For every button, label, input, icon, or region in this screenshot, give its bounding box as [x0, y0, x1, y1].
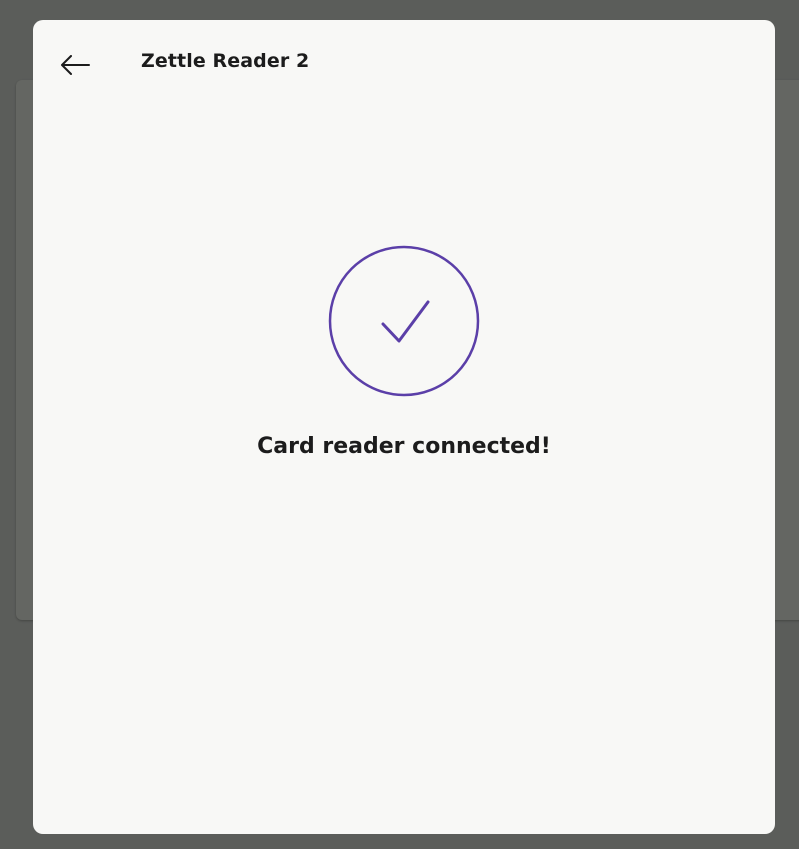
connection-status-message: Card reader connected!	[257, 434, 551, 459]
success-status-icon	[328, 245, 480, 397]
arrow-left-icon	[61, 55, 90, 75]
card-reader-dialog: Zettle Reader 2 Card reader connected!	[33, 20, 775, 834]
back-button[interactable]	[55, 45, 95, 85]
checkmark-icon	[381, 300, 430, 343]
page-title: Zettle Reader 2	[141, 50, 310, 72]
